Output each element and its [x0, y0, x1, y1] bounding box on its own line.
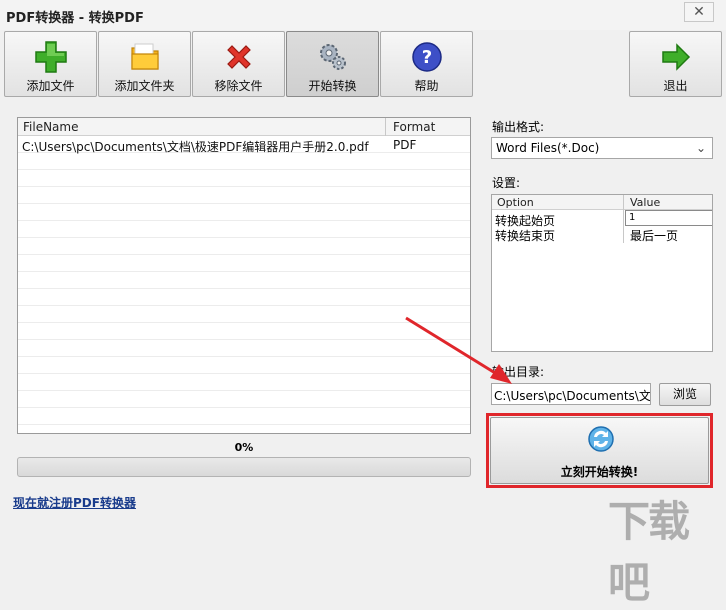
exit-button[interactable]: 退出	[629, 31, 722, 97]
empty-row	[18, 392, 470, 408]
file-list[interactable]: FileName Format C:\Users\pc\Documents\文档…	[17, 117, 471, 434]
empty-row	[18, 239, 470, 255]
settings-grid-header: Option Value	[492, 195, 712, 210]
empty-row	[18, 290, 470, 306]
cell-format: PDF	[393, 138, 417, 152]
chevron-down-icon[interactable]: ⌄	[696, 141, 706, 155]
cell-filename: C:\Users\pc\Documents\文档\极速PDF编辑器用户手册2.0…	[22, 140, 369, 154]
svg-text:?: ?	[421, 47, 431, 68]
start-convert-label: 开始转换	[308, 79, 357, 93]
progress-percent: 0%	[234, 441, 254, 454]
settings-label: 设置:	[492, 176, 521, 190]
value-end-page[interactable]: 最后一页	[630, 227, 678, 244]
empty-row	[18, 188, 470, 204]
start-page-input[interactable]: 1	[625, 210, 712, 226]
empty-row	[18, 154, 470, 170]
add-file-label: 添加文件	[26, 79, 75, 93]
help-label: 帮助	[414, 79, 439, 93]
add-folder-button[interactable]: 添加文件夹	[98, 31, 191, 97]
window-title: PDF转换器 - 转换PDF	[6, 11, 144, 26]
settings-column-option: Option	[497, 196, 534, 209]
progress-bar	[17, 457, 471, 477]
watermark: 下载吧	[608, 497, 690, 607]
browse-button[interactable]: 浏览	[659, 383, 711, 406]
list-header: FileName Format	[18, 118, 470, 136]
remove-file-button[interactable]: 移除文件	[192, 31, 285, 97]
plus-icon	[34, 41, 67, 73]
empty-row	[18, 273, 470, 289]
empty-row	[18, 358, 470, 374]
help-button[interactable]: ? 帮助	[380, 31, 473, 97]
empty-row	[18, 307, 470, 323]
arrow-right-icon	[661, 43, 690, 71]
remove-file-label: 移除文件	[214, 79, 263, 93]
delete-x-icon	[226, 45, 251, 69]
gears-icon	[319, 44, 346, 70]
empty-row	[18, 375, 470, 391]
output-dir-label: 输出目录:	[492, 365, 545, 379]
output-dir-input[interactable]: C:\Users\pc\Documents\文档	[491, 383, 651, 405]
settings-row-end-page[interactable]: 转换结束页 最后一页	[492, 226, 712, 244]
empty-row	[18, 205, 470, 221]
empty-row	[18, 222, 470, 238]
title-bar: PDF转换器 - 转换PDF ✕	[0, 0, 726, 30]
column-divider[interactable]	[385, 118, 386, 136]
refresh-convert-icon	[588, 426, 614, 452]
output-format-select[interactable]: Word Files(*.Doc) ⌄	[491, 137, 713, 159]
output-format-label: 输出格式:	[492, 120, 545, 134]
close-button[interactable]: ✕	[684, 2, 714, 22]
empty-row	[18, 171, 470, 187]
settings-grid[interactable]: Option Value 转换起始页 1 转换结束页 最后一页	[491, 194, 713, 352]
convert-now-button[interactable]: 立刻开始转换!	[490, 417, 709, 484]
empty-row	[18, 341, 470, 357]
empty-row	[18, 256, 470, 272]
folder-icon	[130, 43, 159, 70]
option-end-page: 转换结束页	[495, 229, 556, 243]
add-file-button[interactable]: 添加文件	[4, 31, 97, 97]
settings-column-value: Value	[630, 196, 661, 209]
table-row[interactable]: C:\Users\pc\Documents\文档\极速PDF编辑器用户手册2.0…	[18, 137, 470, 154]
empty-row	[18, 324, 470, 340]
exit-label: 退出	[663, 79, 688, 93]
column-header-filename[interactable]: FileName	[23, 120, 78, 134]
add-folder-label: 添加文件夹	[114, 79, 175, 93]
convert-now-label: 立刻开始转换!	[560, 465, 639, 479]
column-header-format[interactable]: Format	[393, 120, 435, 134]
register-link[interactable]: 现在就注册PDF转换器	[13, 494, 136, 511]
start-convert-button[interactable]: 开始转换	[286, 31, 379, 97]
output-format-value: Word Files(*.Doc)	[496, 141, 600, 155]
empty-row	[18, 409, 470, 425]
help-question-icon: ?	[411, 42, 442, 72]
